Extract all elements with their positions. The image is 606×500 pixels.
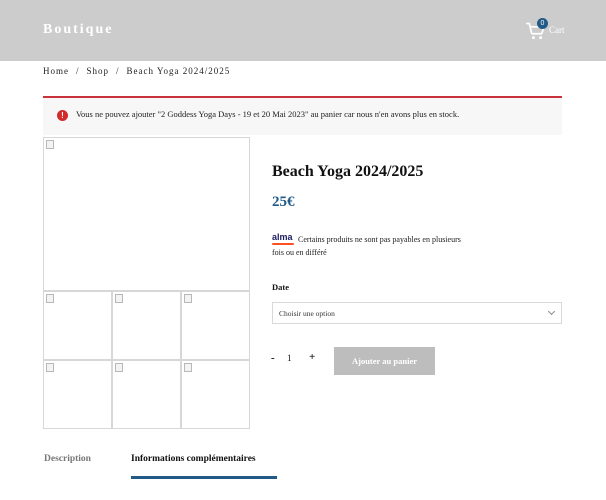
product-thumbnail[interactable] bbox=[112, 360, 181, 429]
alma-logo: alma bbox=[272, 232, 293, 242]
alma-logo-underline bbox=[272, 243, 294, 245]
chevron-down-icon bbox=[547, 307, 556, 316]
product-thumbnail[interactable] bbox=[43, 360, 112, 429]
quantity-decrement-button[interactable]: - bbox=[271, 352, 275, 364]
broken-image-icon bbox=[115, 363, 123, 372]
broken-image-icon bbox=[184, 363, 192, 372]
cart-link[interactable]: 0 Cart bbox=[526, 18, 576, 44]
broken-image-icon bbox=[46, 140, 54, 149]
broken-image-icon bbox=[46, 363, 54, 372]
tab-additional-information[interactable]: Informations complémentaires bbox=[131, 454, 256, 464]
cart-label: Cart bbox=[549, 25, 565, 35]
breadcrumb: Home / Shop / Beach Yoga 2024/2025 bbox=[43, 66, 230, 76]
product-price: 25€ bbox=[272, 194, 295, 210]
error-icon: ! bbox=[57, 110, 68, 121]
date-select-value: Choisir une option bbox=[279, 309, 335, 318]
date-label: Date bbox=[272, 282, 289, 292]
cart-count-badge: 0 bbox=[537, 18, 548, 29]
broken-image-icon bbox=[46, 294, 54, 303]
tab-description[interactable]: Description bbox=[44, 454, 91, 464]
active-tab-indicator bbox=[131, 476, 277, 479]
product-thumbnail[interactable] bbox=[112, 291, 181, 360]
product-main-image[interactable] bbox=[43, 137, 250, 291]
broken-image-icon bbox=[184, 294, 192, 303]
breadcrumb-current: Beach Yoga 2024/2025 bbox=[126, 66, 231, 76]
product-thumbnail[interactable] bbox=[43, 291, 112, 360]
product-thumbnail[interactable] bbox=[181, 360, 250, 429]
quantity-increment-button[interactable]: + bbox=[309, 351, 315, 363]
site-header: Boutique 0 Cart bbox=[0, 0, 606, 61]
stock-error-notice: ! Vous ne pouvez ajouter "2 Goddess Yoga… bbox=[43, 96, 562, 135]
breadcrumb-separator: / bbox=[116, 66, 120, 76]
breadcrumb-shop[interactable]: Shop bbox=[87, 66, 110, 76]
date-select[interactable]: Choisir une option bbox=[272, 302, 562, 324]
breadcrumb-separator: / bbox=[76, 66, 80, 76]
breadcrumb-home[interactable]: Home bbox=[43, 66, 69, 76]
notice-text: Vous ne pouvez ajouter "2 Goddess Yoga D… bbox=[76, 109, 460, 119]
site-brand[interactable]: Boutique bbox=[43, 22, 113, 38]
add-to-cart-button[interactable]: Ajouter au panier bbox=[334, 347, 435, 375]
broken-image-icon bbox=[115, 294, 123, 303]
alma-info-text: Certains produits ne sont pas payables e… bbox=[272, 235, 461, 257]
quantity-input[interactable]: 1 bbox=[287, 353, 292, 363]
product-thumbnail[interactable] bbox=[181, 291, 250, 360]
product-title: Beach Yoga 2024/2025 bbox=[272, 163, 424, 180]
